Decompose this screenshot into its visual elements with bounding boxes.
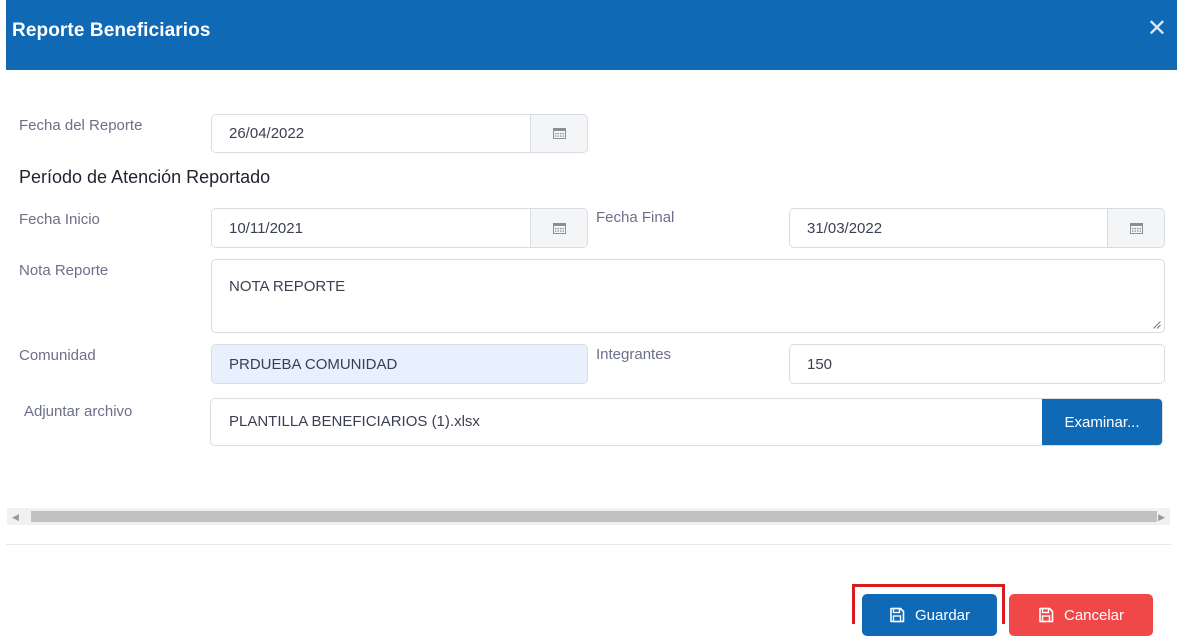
scroll-left-icon[interactable]: ◀ xyxy=(12,512,19,523)
cancelar-button[interactable]: Cancelar xyxy=(1009,594,1153,636)
fecha-inicio-input[interactable]: 10/11/2021 xyxy=(211,208,531,248)
fecha-final-calendar-button[interactable] xyxy=(1107,208,1165,248)
comunidad-input[interactable]: PRDUEBA COMUNIDAD xyxy=(211,344,588,384)
guardar-button[interactable]: Guardar xyxy=(862,594,997,636)
file-input[interactable]: PLANTILLA BENEFICIARIOS (1).xlsx Examina… xyxy=(210,398,1163,446)
fecha-reporte-label: Fecha del Reporte xyxy=(19,117,143,134)
close-icon[interactable]: ✕ xyxy=(1147,17,1167,41)
scrollbar-thumb[interactable] xyxy=(31,511,1157,522)
nota-reporte-value: NOTA REPORTE xyxy=(229,278,346,295)
calendar-icon xyxy=(1129,222,1143,234)
calendar-icon xyxy=(552,128,566,139)
adjuntar-archivo-label: Adjuntar archivo xyxy=(24,403,133,420)
section-title: Período de Atención Reportado xyxy=(19,167,271,187)
nota-reporte-label: Nota Reporte xyxy=(19,262,109,279)
integrantes-label: Integrantes xyxy=(596,346,672,363)
dialog-title: Reporte Beneficiarios xyxy=(12,20,211,41)
file-name: PLANTILLA BENEFICIARIOS (1).xlsx xyxy=(229,413,480,430)
save-icon xyxy=(890,607,905,623)
fecha-reporte-calendar-button[interactable] xyxy=(530,114,588,153)
examinar-button[interactable]: Examinar... xyxy=(1042,399,1162,445)
scroll-right-icon[interactable]: ▶ xyxy=(1158,512,1165,523)
resize-handle-icon[interactable] xyxy=(1153,321,1161,329)
fecha-inicio-calendar-button[interactable] xyxy=(530,208,588,248)
footer-divider xyxy=(6,544,1171,545)
horizontal-scrollbar[interactable]: ◀ ▶ xyxy=(7,508,1170,525)
dialog-header: Reporte Beneficiarios ✕ xyxy=(6,0,1177,70)
guardar-label: Guardar xyxy=(914,606,971,624)
fecha-final-input[interactable]: 31/03/2022 xyxy=(789,208,1109,248)
fecha-reporte-input[interactable]: 26/04/2022 xyxy=(211,114,531,153)
calendar-icon xyxy=(552,222,566,234)
fecha-inicio-label: Fecha Inicio xyxy=(19,211,100,228)
integrantes-input[interactable]: 150 xyxy=(789,344,1165,384)
save-icon xyxy=(1039,607,1054,623)
cancelar-label: Cancelar xyxy=(1063,606,1125,624)
fecha-final-label: Fecha Final xyxy=(596,209,675,226)
comunidad-label: Comunidad xyxy=(19,347,96,364)
nota-reporte-textarea[interactable]: NOTA REPORTE xyxy=(211,259,1165,333)
